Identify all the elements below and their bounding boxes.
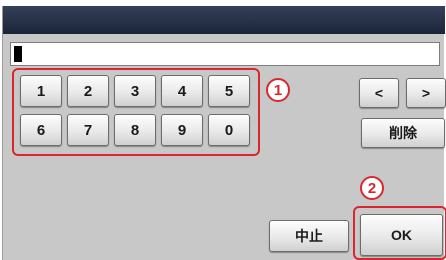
key-0[interactable]: 0 [208,114,250,146]
key-2[interactable]: 2 [67,75,109,107]
delete-button[interactable]: 削除 [361,118,445,148]
key-6[interactable]: 6 [20,114,62,146]
cursor-left-button[interactable]: < [359,78,399,108]
key-1[interactable]: 1 [20,75,62,107]
text-cursor [14,46,22,62]
key-4[interactable]: 4 [161,75,203,107]
key-7[interactable]: 7 [67,114,109,146]
key-8[interactable]: 8 [114,114,156,146]
key-5[interactable]: 5 [208,75,250,107]
cursor-right-button[interactable]: > [406,78,446,108]
cancel-button[interactable]: 中止 [269,220,349,252]
ok-button[interactable]: OK [360,214,443,256]
title-bar [3,6,445,34]
text-input-field[interactable] [10,42,440,66]
dialog-screen: 1 2 3 4 5 6 7 8 9 0 1 < > 削除 中止 OK 2 [2,6,446,260]
callout-1: 1 [266,78,290,102]
key-3[interactable]: 3 [114,75,156,107]
callout-2: 2 [360,176,384,200]
key-9[interactable]: 9 [161,114,203,146]
